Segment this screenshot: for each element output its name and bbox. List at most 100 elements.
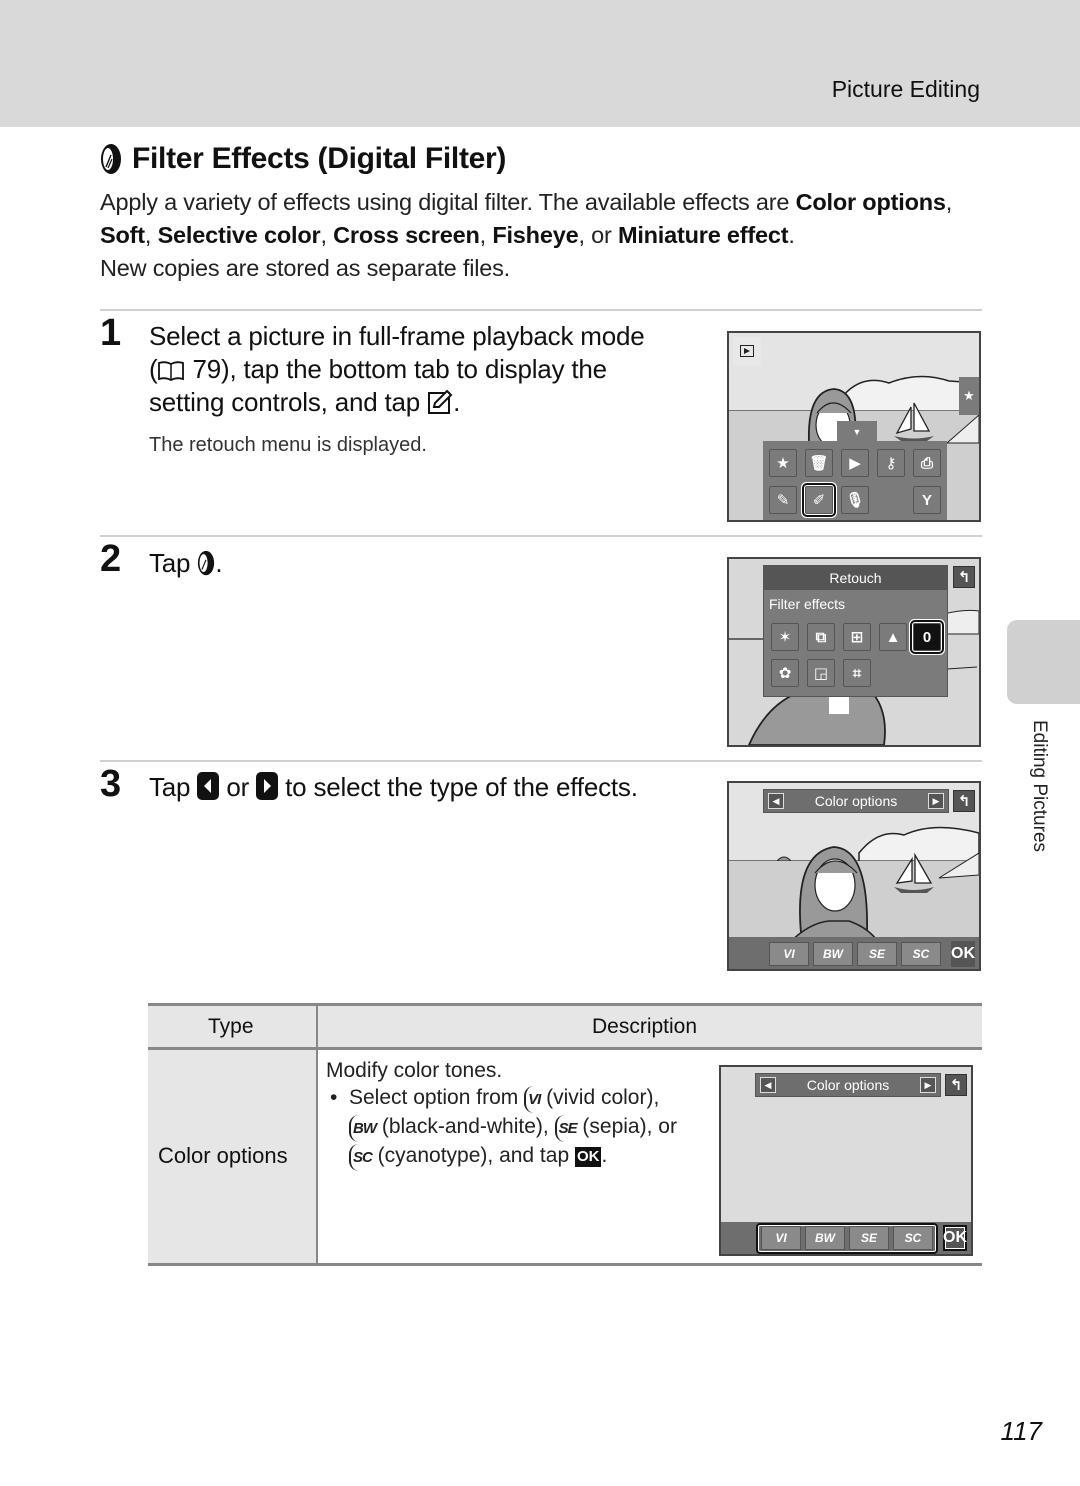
option-code: VI bbox=[783, 947, 795, 961]
left-arrow-icon: ◀ bbox=[772, 795, 780, 806]
skin-softening-icon[interactable]: ⊞ bbox=[843, 623, 871, 651]
intro-text: New copies are stored as separate files. bbox=[100, 255, 510, 281]
cyanotype-option[interactable]: SC bbox=[893, 1226, 933, 1250]
previous-option-button[interactable]: ◀ bbox=[760, 1077, 776, 1093]
star-icon: ★ bbox=[963, 388, 975, 403]
options-strip bbox=[729, 937, 979, 969]
option-label: Color options bbox=[814, 793, 898, 809]
effect-name: Miniature effect bbox=[617, 222, 789, 248]
crop-icon[interactable]: ⌗ bbox=[843, 659, 871, 687]
menu-title-bar: Retouch bbox=[764, 566, 947, 590]
ok-button[interactable]: OK bbox=[951, 941, 975, 967]
effect-name: Soft bbox=[100, 222, 145, 248]
option-selector-bar: Color options bbox=[755, 1073, 941, 1097]
step-number: 1 bbox=[100, 312, 122, 354]
effect-name: Selective color bbox=[157, 222, 321, 248]
camera-screen-retouch-menu: Retouch Filter effects ✶ ⧉ ⊞ ▲ 0 ✿ ◲ ⌗ ↰ bbox=[727, 557, 981, 747]
step-2-text: Tap . bbox=[149, 547, 223, 580]
retouch-icon[interactable]: ✐ bbox=[802, 483, 836, 517]
table-row-description: Modify color tones. Select option from V… bbox=[326, 1057, 706, 1171]
header-band bbox=[0, 0, 1080, 127]
step-number: 3 bbox=[100, 763, 122, 805]
left-arrow-icon bbox=[197, 772, 220, 800]
page-title: Filter Effects (Digital Filter) bbox=[100, 142, 506, 176]
separator: . bbox=[788, 222, 795, 248]
effect-name: Cross screen bbox=[333, 222, 480, 248]
filter-effects-icon[interactable]: 0 bbox=[910, 620, 944, 654]
left-arrow-icon: ◀ bbox=[764, 1079, 772, 1090]
ok-label: OK bbox=[943, 1229, 967, 1246]
back-icon: ↰ bbox=[957, 569, 971, 586]
option-code: SE bbox=[868, 947, 885, 961]
camera-screen-color-options: Color options ◀ ▶ ↰ VI BW SE SC OK bbox=[727, 781, 981, 971]
option-label: Color options bbox=[806, 1077, 890, 1093]
cyanotype-option[interactable]: SC bbox=[901, 942, 941, 966]
menu-pull-tab[interactable]: ▼ bbox=[837, 421, 877, 443]
filter-effects-icon bbox=[198, 550, 215, 576]
intro-paragraph: Apply a variety of effects using digital… bbox=[100, 186, 980, 285]
step-text-line: . bbox=[453, 387, 461, 417]
next-option-button[interactable]: ▶ bbox=[920, 1077, 936, 1093]
favorites-side-tab[interactable]: ★ bbox=[959, 377, 979, 415]
vivid-color-icon: VI bbox=[524, 1086, 541, 1113]
small-picture-icon[interactable]: ◲ bbox=[807, 659, 835, 687]
separator: , bbox=[320, 222, 334, 248]
column-header-type: Type bbox=[208, 1015, 254, 1038]
slide-show-icon[interactable]: ▶ bbox=[841, 449, 869, 477]
bullet-text: (vivid color), bbox=[540, 1086, 660, 1109]
auto-paint-icon[interactable]: ✿ bbox=[771, 659, 799, 687]
effect-name: Fisheye bbox=[492, 222, 579, 248]
step-text-line: Tap bbox=[149, 548, 198, 578]
step-text-line: ( bbox=[149, 354, 158, 384]
delete-icon[interactable]: 🗑 bbox=[805, 449, 833, 477]
submenu-label: Filter effects bbox=[769, 596, 845, 612]
back-button[interactable]: ↰ bbox=[945, 1074, 967, 1096]
effects-table: Type Description Color options Modify co… bbox=[148, 1003, 982, 1266]
quick-retouch-icon[interactable]: ✶ bbox=[771, 623, 799, 651]
step-text-line: Tap bbox=[149, 772, 198, 802]
ok-button[interactable]: OK bbox=[943, 1225, 967, 1251]
sepia-option[interactable]: SE bbox=[849, 1226, 889, 1250]
protect-icon[interactable]: ⚷ bbox=[877, 449, 905, 477]
ok-label: OK bbox=[951, 945, 975, 962]
step-1-text: Select a picture in full-frame playback … bbox=[149, 320, 645, 419]
sepia-option[interactable]: SE bbox=[857, 942, 897, 966]
black-and-white-option[interactable]: BW bbox=[813, 942, 853, 966]
voice-memo-icon[interactable]: 🎙 bbox=[841, 486, 869, 514]
vivid-color-option[interactable]: VI bbox=[769, 942, 809, 966]
right-arrow-icon bbox=[256, 772, 279, 800]
step-note: The retouch menu is displayed. bbox=[149, 434, 427, 456]
d-lighting-icon[interactable]: ⧉ bbox=[807, 623, 835, 651]
step-number: 2 bbox=[100, 538, 122, 580]
option-code: SC bbox=[912, 947, 930, 961]
divider bbox=[100, 309, 982, 311]
description-text: Modify color tones. bbox=[326, 1059, 503, 1082]
ok-icon: OK bbox=[574, 1147, 602, 1167]
page-title-text: Filter Effects (Digital Filter) bbox=[132, 142, 507, 175]
table-border bbox=[148, 1263, 982, 1266]
black-and-white-option[interactable]: BW bbox=[805, 1226, 845, 1250]
edit-icon[interactable]: ✎ bbox=[769, 486, 797, 514]
column-header-description: Description bbox=[592, 1015, 698, 1038]
step-text-line: 79), tap the bottom tab to display the bbox=[185, 354, 607, 384]
setup-icon[interactable]: Y bbox=[913, 486, 941, 514]
bullet-text: (cyanotype), and tap bbox=[371, 1144, 575, 1167]
next-option-button[interactable]: ▶ bbox=[928, 793, 944, 809]
camera-screen-color-options-blank: Color options ◀ ▶ ↰ VI BW SE SC OK bbox=[719, 1065, 973, 1256]
print-order-icon[interactable]: ⎙ bbox=[913, 449, 941, 477]
black-and-white-icon: BW bbox=[349, 1115, 377, 1142]
separator: , bbox=[144, 222, 158, 248]
favorites-icon[interactable]: ★ bbox=[769, 449, 797, 477]
previous-option-button[interactable]: ◀ bbox=[768, 793, 784, 809]
back-button[interactable]: ↰ bbox=[953, 566, 975, 588]
option-code: VI bbox=[775, 1231, 787, 1245]
page-number: 117 bbox=[1000, 1416, 1042, 1446]
right-arrow-icon: ▶ bbox=[924, 1079, 932, 1090]
vivid-color-option[interactable]: VI bbox=[761, 1226, 801, 1250]
cyanotype-icon: SC bbox=[349, 1144, 373, 1171]
glamour-icon[interactable]: ▲ bbox=[879, 623, 907, 651]
retouch-icon bbox=[428, 389, 453, 414]
book-reference-icon bbox=[158, 361, 185, 382]
step-text-line: setting controls, and tap bbox=[149, 387, 428, 417]
back-button[interactable]: ↰ bbox=[953, 790, 975, 812]
